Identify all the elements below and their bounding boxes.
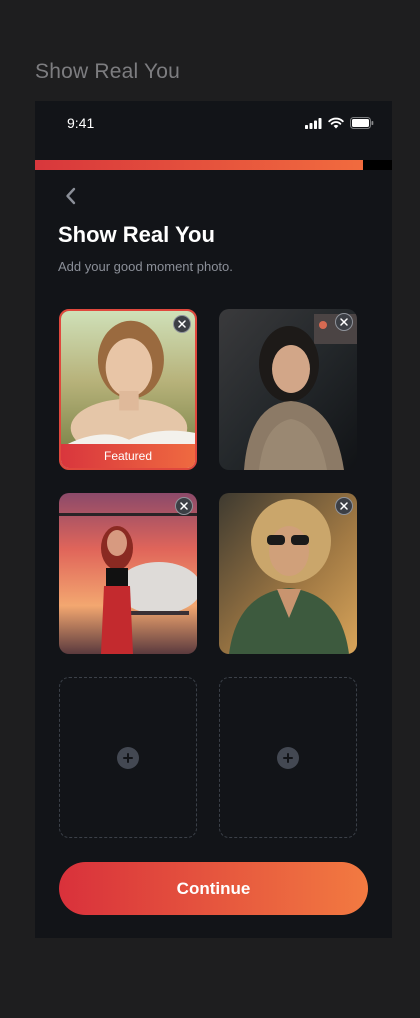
close-icon — [340, 318, 348, 326]
remove-photo-button[interactable] — [175, 497, 193, 515]
close-icon — [178, 320, 186, 328]
empty-photo-slot[interactable] — [59, 677, 197, 838]
photo-slot-4[interactable] — [219, 493, 357, 654]
onboarding-progress-fill — [35, 160, 364, 170]
onboarding-progress-bar — [35, 160, 392, 170]
close-icon — [180, 502, 188, 510]
battery-icon — [350, 117, 374, 129]
close-icon — [340, 502, 348, 510]
photo-slot-1[interactable]: Featured — [59, 309, 197, 470]
remove-photo-button[interactable] — [173, 315, 191, 333]
status-time: 9:41 — [67, 115, 95, 131]
remove-photo-button[interactable] — [335, 313, 353, 331]
photo-woman-sunglasses — [219, 493, 357, 654]
photo-slot-3[interactable] — [59, 493, 197, 654]
add-photo-button[interactable] — [277, 746, 299, 769]
back-chevron-icon — [66, 187, 76, 205]
board-title: Show Real You — [35, 60, 181, 83]
remove-photo-button[interactable] — [335, 497, 353, 515]
photo-slot-2[interactable] — [219, 309, 357, 470]
status-bar: 9:41 — [35, 101, 392, 145]
wifi-icon — [328, 117, 344, 129]
photo-woman-helicopter — [59, 493, 197, 654]
continue-button[interactable]: Continue — [59, 862, 368, 915]
phone-screen: 9:41 Show Real You Add your good moment … — [35, 101, 392, 938]
plus-icon — [283, 752, 293, 763]
page-title: Show Real You — [58, 222, 215, 247]
back-button[interactable] — [59, 184, 83, 208]
add-photo-button[interactable] — [117, 746, 139, 769]
featured-badge: Featured — [61, 444, 195, 468]
plus-icon — [123, 752, 133, 763]
empty-photo-slot[interactable] — [219, 677, 357, 838]
photo-woman-car — [219, 309, 357, 470]
signal-icon — [305, 117, 322, 129]
status-icons — [305, 117, 374, 129]
page-subtitle: Add your good moment photo. — [58, 259, 233, 274]
